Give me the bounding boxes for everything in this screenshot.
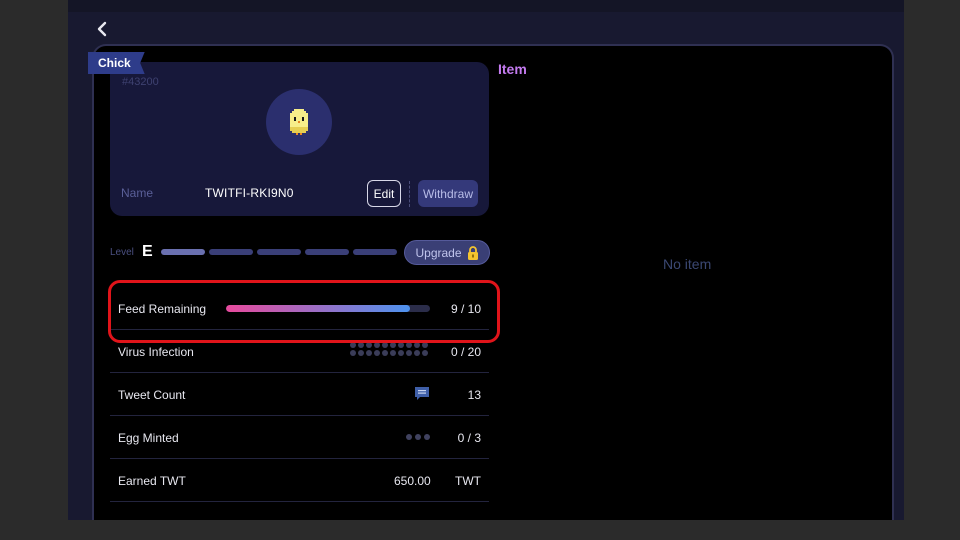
stat-value: 0 / 20 bbox=[450, 345, 481, 359]
virus-dot bbox=[422, 350, 428, 356]
level-progress bbox=[161, 249, 397, 255]
virus-dot bbox=[398, 350, 404, 356]
earned-unit: TWT bbox=[455, 474, 481, 488]
virus-dot bbox=[382, 350, 388, 356]
stat-label: Tweet Count bbox=[118, 388, 186, 402]
stat-label: Earned TWT bbox=[118, 474, 186, 488]
top-bar bbox=[68, 0, 904, 12]
feed-progress-bar bbox=[226, 305, 430, 312]
stat-virus-infection: Virus Infection 0 / 20 bbox=[110, 330, 489, 373]
nft-type-tag: Chick bbox=[88, 52, 145, 74]
earned-amount: 650.00 bbox=[394, 474, 431, 488]
app-root: #43200 Name TWITFI-RKI9N0 Edit Withdraw … bbox=[0, 0, 960, 540]
virus-dot bbox=[398, 342, 404, 348]
virus-dot bbox=[390, 350, 396, 356]
virus-dot bbox=[358, 342, 364, 348]
virus-dots bbox=[350, 342, 430, 356]
chick-icon bbox=[290, 109, 308, 135]
stat-earned-twt: Earned TWT 650.00 TWT bbox=[110, 459, 489, 502]
virus-dot bbox=[350, 350, 356, 356]
nft-card: #43200 Name TWITFI-RKI9N0 Edit Withdraw bbox=[110, 62, 489, 216]
avatar bbox=[266, 89, 332, 155]
stat-label: Feed Remaining bbox=[118, 302, 207, 316]
virus-dot bbox=[390, 342, 396, 348]
level-row: Level E Upgrade bbox=[110, 240, 490, 266]
stat-egg-minted: Egg Minted 0 / 3 bbox=[110, 416, 489, 459]
stat-tweet-count: Tweet Count 13 bbox=[110, 373, 489, 416]
name-label: Name bbox=[121, 186, 154, 200]
virus-dot bbox=[406, 350, 412, 356]
no-item-text: No item bbox=[663, 256, 712, 272]
name-value: TWITFI-RKI9N0 bbox=[205, 186, 294, 200]
left-letterbox bbox=[0, 0, 68, 540]
egg-dot bbox=[415, 434, 421, 440]
egg-dot bbox=[406, 434, 412, 440]
stat-value: 13 bbox=[467, 388, 481, 402]
back-button[interactable] bbox=[92, 18, 112, 40]
level-segment bbox=[257, 249, 301, 255]
stat-label: Egg Minted bbox=[118, 431, 179, 445]
level-segment bbox=[209, 249, 253, 255]
edit-button[interactable]: Edit bbox=[367, 180, 401, 207]
feed-progress-fill bbox=[226, 305, 410, 312]
lock-icon bbox=[467, 245, 478, 260]
virus-dot bbox=[414, 342, 420, 348]
stat-label: Virus Infection bbox=[118, 345, 194, 359]
level-segment bbox=[305, 249, 349, 255]
right-letterbox bbox=[904, 0, 960, 540]
level-label: Level bbox=[110, 247, 134, 258]
virus-dot bbox=[358, 350, 364, 356]
upgrade-label: Upgrade bbox=[415, 245, 462, 260]
egg-dots bbox=[406, 434, 430, 440]
chevron-left-icon bbox=[97, 21, 107, 37]
upgrade-button[interactable]: Upgrade bbox=[404, 240, 490, 265]
virus-dot bbox=[350, 342, 356, 348]
chat-bubble-icon bbox=[415, 387, 429, 400]
egg-dot bbox=[424, 434, 430, 440]
virus-dot bbox=[406, 342, 412, 348]
level-segment bbox=[353, 249, 397, 255]
item-title: Item bbox=[498, 61, 527, 77]
virus-dot bbox=[422, 342, 428, 348]
stat-value: 0 / 3 bbox=[457, 431, 481, 445]
stat-feed-remaining: Feed Remaining 9 / 10 bbox=[110, 287, 489, 330]
level-value: E bbox=[142, 243, 153, 260]
bottom-letterbox bbox=[0, 520, 960, 540]
button-divider bbox=[409, 181, 410, 207]
virus-dot bbox=[374, 350, 380, 356]
virus-dot bbox=[366, 342, 372, 348]
virus-dot bbox=[374, 342, 380, 348]
virus-dot bbox=[382, 342, 388, 348]
nft-id: #43200 bbox=[122, 76, 159, 88]
virus-dot bbox=[366, 350, 372, 356]
level-segment bbox=[161, 249, 205, 255]
stats-list: Feed Remaining 9 / 10 Virus Infection 0 … bbox=[110, 287, 489, 502]
stat-value: 9 / 10 bbox=[450, 302, 481, 316]
virus-dot bbox=[414, 350, 420, 356]
withdraw-button[interactable]: Withdraw bbox=[418, 180, 478, 207]
